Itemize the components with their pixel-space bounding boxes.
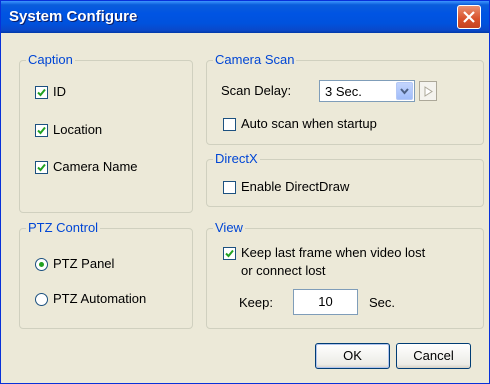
view-legend: View [215,220,243,235]
dropdown-button[interactable] [396,82,413,100]
camera-name-checkbox[interactable] [35,161,48,174]
keep-label: Keep: [239,295,273,310]
ptz-panel-label: PTZ Panel [53,256,115,271]
radio-selected-dot [39,262,44,267]
location-checkbox[interactable] [35,124,48,137]
scan-delay-value: 3 Sec. [325,84,362,99]
ptz-automation-label: PTZ Automation [53,291,147,306]
keep-unit-label: Sec. [369,295,396,310]
scan-delay-label: Scan Delay: [221,83,292,98]
keep-last-frame-checkbox[interactable] [223,247,236,260]
keep-seconds-input[interactable]: 10 [293,289,358,315]
ptz-automation-radio[interactable] [35,293,48,306]
auto-scan-label: Auto scan when startup [241,116,377,131]
check-icon [37,88,46,97]
ptz-control-legend: PTZ Control [28,220,99,235]
ptz-control-group: PTZ Control [19,221,193,329]
check-icon [37,126,46,135]
window-title: System Configure [9,8,138,25]
keep-last-frame-label-line1: Keep last frame when video lost [241,245,426,260]
system-configure-dialog: System Configure Caption ID Location Cam… [0,0,490,384]
title-bar[interactable]: System Configure [1,1,489,33]
id-checkbox[interactable] [35,86,48,99]
id-label: ID [53,84,66,99]
close-icon [463,11,475,23]
camera-name-label: Camera Name [53,159,138,174]
camera-scan-legend: Camera Scan [215,52,295,67]
auto-scan-checkbox[interactable] [223,118,236,131]
location-label: Location [53,122,103,137]
scan-delay-select[interactable]: 3 Sec. [319,80,415,102]
play-icon [424,86,433,97]
check-icon [225,249,234,258]
ptz-panel-radio[interactable] [35,258,48,271]
ok-button[interactable]: OK [315,343,390,369]
caption-legend: Caption [28,52,73,67]
keep-last-frame-label-line2: or connect lost [241,263,326,278]
cancel-button[interactable]: Cancel [396,343,471,369]
chevron-down-icon [400,88,409,95]
enable-directdraw-checkbox[interactable] [223,181,236,194]
directx-legend: DirectX [215,151,258,166]
close-button[interactable] [457,5,481,29]
scan-play-button[interactable] [419,81,437,101]
enable-directdraw-label: Enable DirectDraw [241,179,350,194]
check-icon [37,163,46,172]
